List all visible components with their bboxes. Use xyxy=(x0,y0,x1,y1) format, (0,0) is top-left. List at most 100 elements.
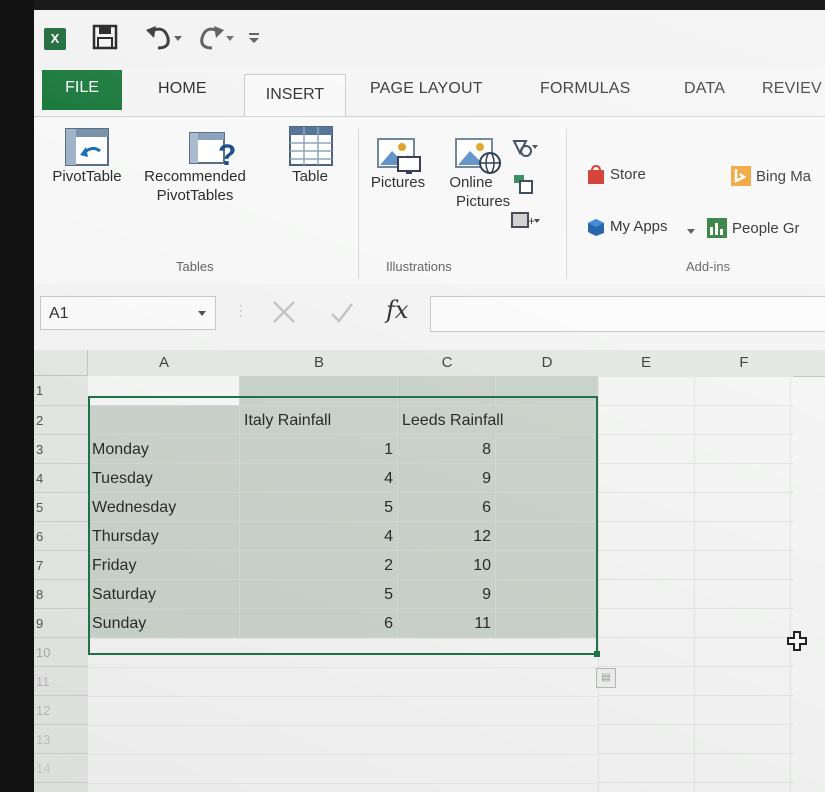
cell-b3[interactable]: 1 xyxy=(240,435,398,464)
tab-review[interactable]: REVIEV xyxy=(762,80,822,98)
cell-c7[interactable]: 10 xyxy=(398,551,496,580)
cell-b2[interactable]: Italy Rainfall xyxy=(240,406,398,435)
cell-c4[interactable]: 9 xyxy=(398,464,496,493)
pictures-button[interactable]: Pictures xyxy=(362,173,434,192)
cell-c2[interactable]: Leeds Rainfall xyxy=(398,406,598,435)
recommended-pivot-tables-button[interactable]: Recommended PivotTables xyxy=(140,167,250,205)
cell-a5[interactable]: Wednesday xyxy=(88,493,240,522)
bing-maps-button[interactable]: Bing Ma xyxy=(756,167,811,186)
row-header-1[interactable]: 1 xyxy=(34,376,88,406)
cell-d6[interactable] xyxy=(496,522,598,551)
row-header-12[interactable]: 12 xyxy=(34,696,88,725)
tab-insert[interactable]: INSERT xyxy=(244,74,346,119)
column-header-a[interactable]: A xyxy=(88,350,241,377)
cell-c9[interactable]: 11 xyxy=(398,609,496,638)
tab-data[interactable]: DATA xyxy=(684,80,725,98)
cell-a7[interactable]: Friday xyxy=(88,551,240,580)
cell-d3[interactable] xyxy=(496,435,598,464)
enter-icon[interactable] xyxy=(328,298,356,331)
row-header-13[interactable]: 13 xyxy=(34,725,88,754)
cell-b1[interactable] xyxy=(240,376,398,406)
cell-d1[interactable] xyxy=(496,376,598,406)
cell-c8[interactable]: 9 xyxy=(398,580,496,609)
row-header-6[interactable]: 6 xyxy=(34,522,88,551)
cell-d5[interactable] xyxy=(496,493,598,522)
cell-a6[interactable]: Thursday xyxy=(88,522,240,551)
name-box-value: A1 xyxy=(49,305,69,322)
tab-formulas[interactable]: FORMULAS xyxy=(540,80,631,98)
group-divider xyxy=(566,129,567,279)
cell-d9[interactable] xyxy=(496,609,598,638)
row-header-9[interactable]: 9 xyxy=(34,609,88,638)
row-header-2[interactable]: 2 xyxy=(34,406,88,435)
cell-c1[interactable] xyxy=(398,376,496,406)
name-box-dropdown-icon[interactable] xyxy=(197,297,207,331)
cell-d8[interactable] xyxy=(496,580,598,609)
column-header-g[interactable] xyxy=(794,350,825,377)
save-icon[interactable] xyxy=(92,24,118,58)
select-all-corner[interactable] xyxy=(34,350,88,376)
formula-input[interactable] xyxy=(430,296,825,332)
tab-home[interactable]: HOME xyxy=(158,80,207,98)
cell-c5[interactable]: 6 xyxy=(398,493,496,522)
cell-a3[interactable]: Monday xyxy=(88,435,240,464)
group-label-add-ins: Add-ins xyxy=(686,259,731,274)
row-header-8[interactable]: 8 xyxy=(34,580,88,609)
cell-b9[interactable]: 6 xyxy=(240,609,398,638)
redo-icon[interactable] xyxy=(196,24,236,60)
cell-c3[interactable]: 8 xyxy=(398,435,496,464)
cell-b8[interactable]: 5 xyxy=(240,580,398,609)
tab-file[interactable]: FILE xyxy=(42,70,122,110)
row-header-11[interactable]: 11 xyxy=(34,667,88,696)
row-header-10[interactable]: 10 xyxy=(34,638,88,667)
customize-qat-icon[interactable] xyxy=(248,24,260,54)
cell-a1[interactable] xyxy=(88,376,240,406)
fill-handle[interactable] xyxy=(594,651,600,657)
excel-icon[interactable]: X xyxy=(44,28,66,50)
people-graph-button[interactable]: People Gr xyxy=(732,219,800,238)
column-header-d[interactable]: D xyxy=(496,350,599,377)
name-box[interactable]: A1 xyxy=(40,296,216,330)
row-header-3[interactable]: 3 xyxy=(34,435,88,464)
recommended-label-line2: PivotTables xyxy=(156,187,234,204)
column-header-b[interactable]: B xyxy=(240,350,399,377)
cell-d4[interactable] xyxy=(496,464,598,493)
cell-d7[interactable] xyxy=(496,551,598,580)
store-button[interactable]: Store xyxy=(610,165,646,184)
tab-page-layout[interactable]: PAGE LAYOUT xyxy=(370,80,483,98)
cell-b4[interactable]: 4 xyxy=(240,464,398,493)
row-header-4[interactable]: 4 xyxy=(34,464,88,493)
row-header-5[interactable]: 5 xyxy=(34,493,88,522)
cell-a8[interactable]: Saturday xyxy=(88,580,240,609)
column-header-e[interactable]: E xyxy=(598,350,695,377)
cancel-icon[interactable] xyxy=(270,298,298,331)
row-header-14[interactable]: 14 xyxy=(34,754,88,783)
online-pictures-button[interactable]: Online Pictures xyxy=(438,173,510,211)
table-button[interactable]: Table xyxy=(280,167,340,186)
cell-b7[interactable]: 2 xyxy=(240,551,398,580)
column-header-f[interactable]: F xyxy=(694,350,795,377)
undo-icon[interactable] xyxy=(144,24,184,60)
screenshot-icon[interactable]: + xyxy=(510,209,542,236)
quick-analysis-icon[interactable]: ▤ xyxy=(596,668,616,688)
cell-b5[interactable]: 5 xyxy=(240,493,398,522)
cell-b6[interactable]: 4 xyxy=(240,522,398,551)
cell-a4[interactable]: Tuesday xyxy=(88,464,240,493)
insert-function-button[interactable]: fx xyxy=(386,296,408,324)
pivot-table-button[interactable]: PivotTable xyxy=(44,167,130,186)
row-header-7[interactable]: 7 xyxy=(34,551,88,580)
excel-window: X FILE HOME INSERT PAGE LAYOUT FORMULAS … xyxy=(34,10,825,792)
my-apps-button[interactable]: My Apps xyxy=(610,217,668,236)
column-header-c[interactable]: C xyxy=(398,350,497,377)
empty-rows-area[interactable] xyxy=(88,638,598,792)
smartart-icon[interactable] xyxy=(512,173,534,200)
shapes-icon[interactable] xyxy=(510,137,540,164)
cell-a2[interactable] xyxy=(88,406,240,435)
worksheet-grid[interactable]: A B C D E F 1 2 3 4 5 6 7 8 9 10 11 12 1… xyxy=(34,350,825,792)
my-apps-dropdown-icon[interactable] xyxy=(686,223,696,241)
cell-a9[interactable]: Sunday xyxy=(88,609,240,638)
cell-c6[interactable]: 12 xyxy=(398,522,496,551)
group-label-illustrations: Illustrations xyxy=(386,259,452,274)
row-header-15[interactable]: 15 xyxy=(34,783,88,792)
empty-cells-area[interactable] xyxy=(598,376,794,792)
